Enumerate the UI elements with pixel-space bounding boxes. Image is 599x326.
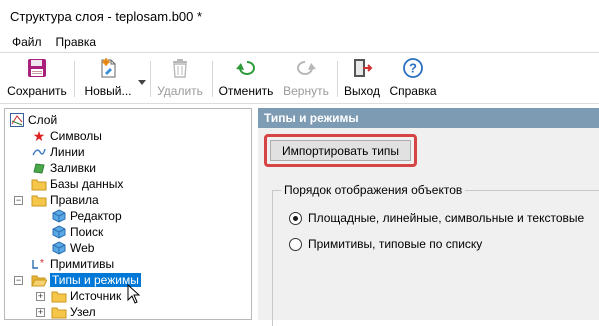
tree-item-web[interactable]: Web xyxy=(51,240,94,256)
undo-button[interactable]: Отменить xyxy=(216,57,276,101)
folder-icon xyxy=(31,192,47,208)
new-label: Новый... xyxy=(84,84,132,98)
delete-label: Удалить xyxy=(157,84,203,98)
cube-icon xyxy=(51,240,67,256)
radio-indicator xyxy=(289,237,302,251)
help-label: Справка xyxy=(389,84,437,98)
import-types-button[interactable]: Импортировать типы xyxy=(270,140,411,161)
save-button[interactable]: Сохранить xyxy=(4,57,70,101)
tree-label: Поиск xyxy=(70,225,104,239)
svg-text:?: ? xyxy=(409,61,417,76)
window-titlebar: Структура слоя - teplosam.b00 * xyxy=(0,0,599,32)
toolbar-separator xyxy=(212,61,213,97)
tree-label: Символы xyxy=(50,129,102,143)
tree-label: Заливки xyxy=(50,161,96,175)
tree-label: Примитивы xyxy=(50,257,115,271)
trash-icon xyxy=(169,57,191,79)
collapse-toggle[interactable]: − xyxy=(14,196,23,205)
help-button[interactable]: ? Справка xyxy=(386,57,440,101)
undo-label: Отменить xyxy=(218,84,274,98)
redo-icon xyxy=(295,57,317,79)
primitives-icon: * xyxy=(31,256,47,272)
group-title: Порядок отображения объектов xyxy=(281,183,466,197)
tree-item-search[interactable]: Поиск xyxy=(51,224,103,240)
tree-label: Узел xyxy=(70,305,96,319)
help-icon: ? xyxy=(402,57,424,79)
menu-edit[interactable]: Правка xyxy=(51,35,102,49)
folder-icon xyxy=(31,176,47,192)
exit-label: Выход xyxy=(344,84,380,98)
cube-icon xyxy=(51,208,67,224)
open-folder-icon xyxy=(31,272,47,288)
window-title: Структура слоя - teplosam.b00 * xyxy=(10,8,203,24)
radio-label: Примитивы, типовые по списку xyxy=(308,237,483,251)
redo-button[interactable]: Вернуть xyxy=(280,57,332,101)
display-order-group: Порядок отображения объектов Площадные, … xyxy=(272,183,599,326)
tree-item-editor[interactable]: Редактор xyxy=(51,208,122,224)
line-icon xyxy=(31,144,47,160)
exit-button[interactable]: Выход xyxy=(340,57,384,101)
tree-item-databases[interactable]: Базы данных xyxy=(31,176,123,192)
tree-item-fills[interactable]: Заливки xyxy=(31,160,96,176)
menu-file[interactable]: Файл xyxy=(7,35,47,49)
tree-label: Слой xyxy=(28,113,58,127)
collapse-toggle[interactable]: − xyxy=(14,276,23,285)
toolbar: Сохранить Новый... Удалить Отменить Верн… xyxy=(0,52,599,104)
tree-item-primitives[interactable]: * Примитивы xyxy=(31,256,114,272)
tree-item-layer[interactable]: Слой xyxy=(9,112,57,128)
layer-icon xyxy=(9,112,25,128)
tree-label: Редактор xyxy=(70,209,122,223)
undo-icon xyxy=(235,57,257,79)
tree-label: Источник xyxy=(70,289,122,303)
radio-area-line-symbol-text[interactable]: Площадные, линейные, символьные и тексто… xyxy=(289,211,584,225)
svg-text:*: * xyxy=(40,258,44,269)
tree-label: Правила xyxy=(50,193,99,207)
expand-toggle[interactable]: + xyxy=(36,308,45,317)
tree-label: Web xyxy=(70,241,95,255)
tree-label: Линии xyxy=(50,145,85,159)
folder-icon xyxy=(51,304,67,319)
save-label: Сохранить xyxy=(7,84,67,98)
exit-door-icon xyxy=(351,57,373,79)
highlight-frame: Импортировать типы xyxy=(264,134,417,167)
new-document-icon xyxy=(97,57,119,79)
tree-item-rules[interactable]: − Правила xyxy=(14,192,99,208)
tree-item-lines[interactable]: Линии xyxy=(31,144,85,160)
new-button[interactable]: Новый... xyxy=(80,57,136,101)
delete-button[interactable]: Удалить xyxy=(154,57,206,101)
radio-label: Площадные, линейные, символьные и тексто… xyxy=(308,211,585,225)
expand-toggle[interactable]: + xyxy=(36,292,45,301)
floppy-disk-icon xyxy=(26,57,48,79)
tree-item-types-modes[interactable]: − Типы и режимы xyxy=(14,272,141,288)
toolbar-separator xyxy=(337,61,338,97)
redo-label: Вернуть xyxy=(283,84,329,98)
panel-header: Типы и режимы xyxy=(258,108,599,128)
tree-item-node[interactable]: + Узел xyxy=(36,304,96,319)
radio-primitives-by-list[interactable]: Примитивы, типовые по списку xyxy=(289,237,482,251)
cube-icon xyxy=(51,224,67,240)
new-dropdown-arrow-icon[interactable] xyxy=(138,75,146,85)
tree-item-source[interactable]: + Источник xyxy=(36,288,122,304)
mouse-cursor-icon xyxy=(127,283,141,307)
toolbar-separator xyxy=(74,61,75,97)
star-icon: ★ xyxy=(32,127,46,144)
settings-panel: Типы и режимы Импортировать типы Порядок… xyxy=(258,108,599,326)
fill-icon xyxy=(31,160,47,176)
radio-indicator xyxy=(289,211,302,225)
menu-bar: Файл Правка xyxy=(0,32,599,52)
toolbar-separator xyxy=(150,61,151,97)
tree-label: Базы данных xyxy=(50,177,124,191)
tree-item-symbols[interactable]: ★ Символы xyxy=(31,128,102,144)
folder-icon xyxy=(51,288,67,304)
